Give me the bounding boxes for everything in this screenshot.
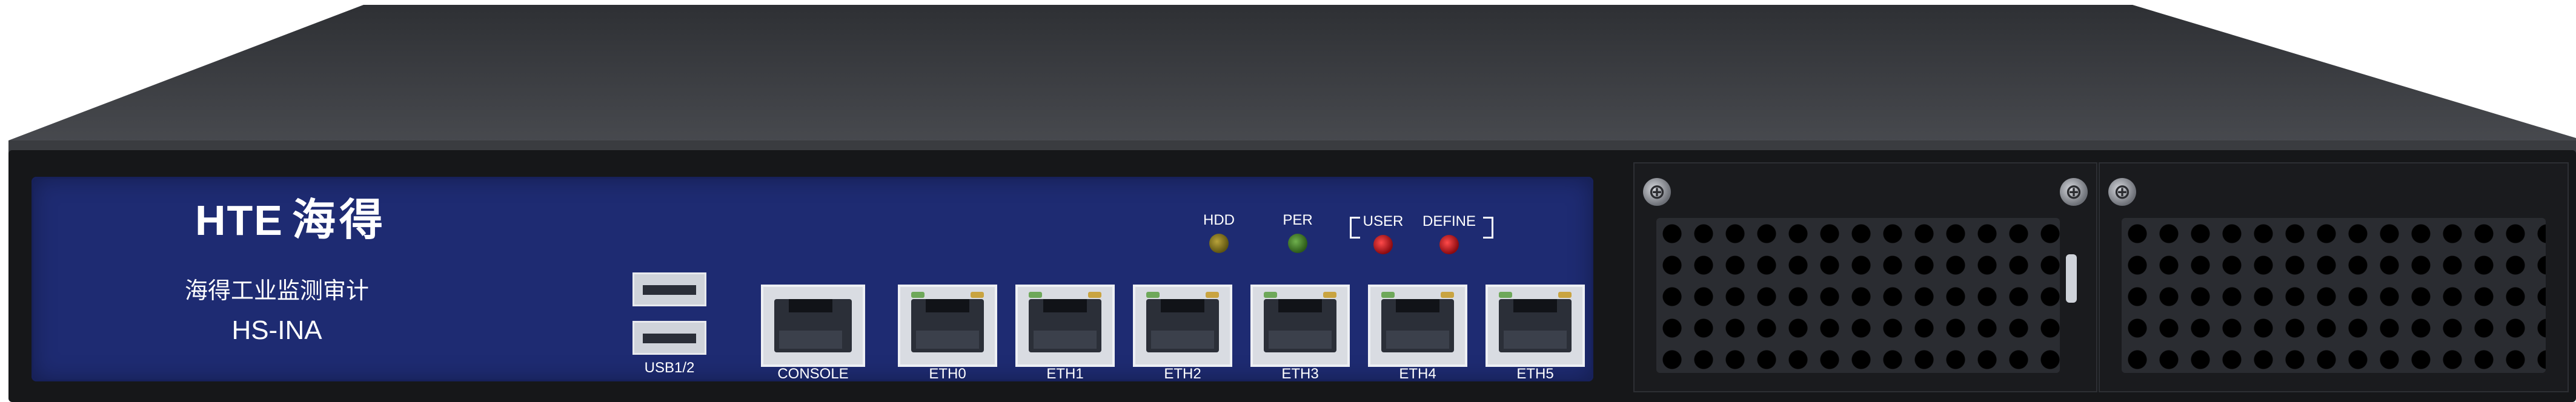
led-label: USER bbox=[1363, 213, 1404, 229]
led-label: DEFINE bbox=[1422, 213, 1476, 229]
eth4-link-led bbox=[1381, 292, 1395, 298]
eth2-activity-led bbox=[1206, 292, 1219, 298]
led-label: PER bbox=[1283, 212, 1313, 228]
eth5-port[interactable] bbox=[1486, 285, 1585, 367]
led-bracket-right bbox=[1483, 217, 1493, 239]
eth3-activity-led bbox=[1323, 292, 1336, 298]
eth4-socket bbox=[1381, 299, 1454, 352]
eth5-label: ETH5 bbox=[1516, 366, 1554, 382]
logo-mark: HTE bbox=[195, 197, 284, 244]
usb-port-2[interactable] bbox=[632, 321, 706, 355]
network-appliance: HTE 海得 海得工业监测审计 HS-INA HDD PER USER DEFI… bbox=[0, 0, 2576, 402]
eth0-label: ETH0 bbox=[929, 366, 966, 382]
usb-label: USB1/2 bbox=[644, 360, 695, 376]
screw-icon: ⊕ bbox=[2108, 178, 2136, 206]
eth5-activity-led bbox=[1558, 292, 1572, 298]
screw-icon: ⊕ bbox=[1643, 178, 1671, 206]
eth1-port[interactable] bbox=[1015, 285, 1115, 367]
eth4-activity-led bbox=[1441, 292, 1454, 298]
front-panel: HTE 海得 海得工业监测审计 HS-INA HDD PER USER DEFI… bbox=[32, 177, 1593, 381]
drive-bay-1[interactable]: ⊕ ⊕ bbox=[1633, 162, 2097, 392]
eth3-label: ETH3 bbox=[1281, 366, 1319, 382]
led-label: HDD bbox=[1203, 212, 1235, 228]
brand-logo: HTE 海得 bbox=[195, 199, 387, 242]
eth1-link-led bbox=[1029, 292, 1042, 298]
eth5-link-led bbox=[1499, 292, 1512, 298]
eth1-label: ETH1 bbox=[1046, 366, 1084, 382]
per-indicator-light bbox=[1288, 234, 1307, 253]
model-number: HS-INA bbox=[231, 315, 322, 345]
eth0-socket bbox=[911, 299, 984, 352]
drive-bay-2[interactable]: ⊕ bbox=[2099, 162, 2569, 392]
eth4-port[interactable] bbox=[1368, 285, 1467, 367]
eth1-socket bbox=[1029, 299, 1101, 352]
eth1-activity-led bbox=[1088, 292, 1101, 298]
led-hdd: HDD bbox=[1195, 213, 1243, 256]
console-socket bbox=[774, 299, 852, 352]
eth2-port[interactable] bbox=[1133, 285, 1232, 367]
hdd-indicator-light bbox=[1209, 234, 1229, 253]
user-indicator-light bbox=[1373, 235, 1393, 254]
eth0-link-led bbox=[911, 292, 925, 298]
eth3-socket bbox=[1264, 299, 1336, 352]
eth2-socket bbox=[1146, 299, 1219, 352]
logo-chinese: 海得 bbox=[292, 196, 387, 245]
define-indicator-light bbox=[1439, 235, 1459, 254]
led-define: DEFINE bbox=[1415, 214, 1483, 257]
eth3-link-led bbox=[1264, 292, 1277, 298]
eth0-port[interactable] bbox=[898, 285, 997, 367]
chassis-top-lid bbox=[8, 5, 2576, 157]
console-port[interactable] bbox=[761, 285, 865, 367]
led-user: USER bbox=[1356, 214, 1410, 257]
eth0-activity-led bbox=[971, 292, 984, 298]
screw-icon: ⊕ bbox=[2060, 178, 2088, 206]
usb-port-1[interactable] bbox=[632, 272, 706, 306]
eth4-label: ETH4 bbox=[1399, 366, 1436, 382]
eth2-label: ETH2 bbox=[1164, 366, 1201, 382]
drive-latch[interactable] bbox=[2066, 254, 2077, 303]
led-per: PER bbox=[1273, 213, 1322, 256]
product-name: 海得工业监测审计 bbox=[184, 278, 369, 304]
vent-grille bbox=[2122, 218, 2546, 373]
eth5-socket bbox=[1499, 299, 1572, 352]
eth2-link-led bbox=[1146, 292, 1160, 298]
eth3-port[interactable] bbox=[1250, 285, 1350, 367]
console-label: CONSOLE bbox=[777, 366, 849, 382]
vent-grille bbox=[1656, 218, 2060, 373]
